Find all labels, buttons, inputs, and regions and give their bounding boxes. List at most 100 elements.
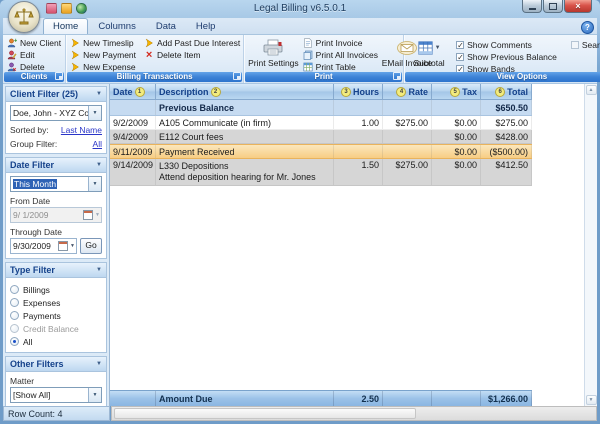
delete-item-button[interactable]: × Delete Item — [144, 49, 240, 61]
vertical-scrollbar[interactable]: ▲ ▼ — [584, 84, 597, 406]
column-header-total[interactable]: 6 Total — [481, 84, 532, 100]
person-add-icon: + — [7, 38, 17, 48]
type-filter-header[interactable]: Type Filter ▼ — [6, 263, 106, 278]
document-icon — [303, 38, 313, 48]
filter-sidebar: Client Filter (25) ▼ Doe, John - XYZ Cor… — [3, 84, 110, 406]
table-row[interactable]: 9/14/2009 L330 Depositions Attend deposi… — [110, 159, 532, 186]
show-comments-checkbox[interactable]: Show Comments — [456, 39, 557, 51]
radio-credit-balance: Credit Balance — [10, 322, 102, 335]
date-filter-header[interactable]: Date Filter ▼ — [6, 158, 106, 173]
group-filter-link[interactable]: All — [93, 139, 102, 149]
documents-stack-icon — [303, 50, 313, 60]
checkbox-checked-icon — [456, 41, 464, 49]
qat-web-icon[interactable] — [76, 3, 87, 14]
printer-icon — [262, 39, 284, 57]
new-client-button[interactable]: + New Client — [7, 37, 61, 49]
table-row[interactable]: 9/2/2009 A105 Communicate (in firm) 1.00… — [110, 116, 532, 130]
sort-order-badge: 3 — [341, 87, 351, 97]
calendar-icon[interactable] — [58, 241, 68, 251]
quick-access-toolbar — [46, 3, 87, 14]
client-select[interactable]: Doe, John - XYZ Corporation — [10, 105, 102, 121]
search-footer-checkbox[interactable]: Search Footer — [571, 39, 600, 51]
tab-help[interactable]: Help — [186, 18, 226, 34]
matter-select[interactable]: [Show All] — [10, 387, 102, 403]
subtotal-dropdown-icon[interactable]: ▼ — [435, 45, 441, 51]
through-date-field[interactable]: 9/30/2009 ▼ — [10, 238, 77, 254]
new-payment-button[interactable]: New Payment — [70, 49, 136, 61]
amount-due-total: $1,266.00 — [481, 391, 532, 406]
close-button[interactable]: × — [564, 0, 592, 13]
dropdown-arrow-icon[interactable] — [88, 177, 101, 191]
minimize-button[interactable] — [522, 0, 542, 13]
table-grid-icon — [303, 62, 313, 72]
table-row-previous-balance[interactable]: Previous Balance $650.50 — [110, 100, 532, 116]
other-filters-header[interactable]: Other Filters ▼ — [6, 357, 106, 372]
row-comment: Attend deposition hearing for Mr. Jones — [159, 172, 316, 183]
scrollbar-thumb[interactable] — [114, 408, 416, 419]
sorted-by-link[interactable]: Last Name — [61, 125, 102, 135]
new-timeslip-button[interactable]: New Timeslip — [70, 37, 136, 49]
dropdown-arrow-icon[interactable] — [88, 388, 101, 402]
qat-clients-icon[interactable] — [46, 3, 57, 14]
column-header-rate[interactable]: 4 Rate — [383, 84, 432, 100]
dialog-launcher-icon[interactable] — [55, 72, 63, 80]
yellow-arrow-icon — [70, 50, 80, 60]
minimize-icon — [529, 8, 536, 10]
window-title: Legal Billing v6.5.0.1 — [0, 3, 600, 14]
show-previous-balance-checkbox[interactable]: Show Previous Balance — [456, 51, 557, 63]
close-icon: × — [575, 1, 580, 12]
yellow-arrow-icon — [70, 62, 80, 72]
dropdown-arrow-icon[interactable]: ▼ — [70, 243, 75, 249]
column-header-hours[interactable]: 3 Hours — [334, 84, 383, 100]
help-icon[interactable]: ? — [581, 21, 594, 34]
dropdown-arrow-icon: ▼ — [95, 212, 100, 218]
subtotal-grid-icon — [418, 41, 433, 55]
radio-payments[interactable]: Payments — [10, 309, 102, 322]
person-edit-icon — [7, 50, 17, 60]
go-button[interactable]: Go — [80, 238, 102, 254]
dialog-launcher-icon[interactable] — [393, 72, 401, 80]
radio-icon — [10, 311, 19, 320]
sort-order-badge: 4 — [396, 87, 406, 97]
radio-icon — [10, 285, 19, 294]
scroll-up-icon[interactable]: ▲ — [586, 85, 597, 95]
edit-client-button[interactable]: Edit — [7, 49, 61, 61]
scroll-down-icon[interactable]: ▼ — [586, 395, 597, 405]
ribbon-group-view-options: ▼ Subtotal Show Comments Show Previous B… — [404, 35, 600, 83]
yellow-arrow-icon — [144, 38, 154, 48]
tab-home[interactable]: Home — [43, 18, 88, 34]
tab-data[interactable]: Data — [146, 18, 186, 34]
radio-billings[interactable]: Billings — [10, 283, 102, 296]
horizontal-scrollbar[interactable] — [111, 406, 597, 421]
amount-due-hours: 2.50 — [334, 391, 383, 406]
dialog-launcher-icon[interactable] — [233, 72, 241, 80]
date-range-select[interactable]: This Month — [10, 176, 102, 192]
table-row-selected[interactable]: 9/11/2009 Payment Received $0.00 ($500.0… — [110, 144, 532, 159]
checkbox-checked-icon — [456, 53, 464, 61]
print-invoice-button[interactable]: Print Invoice — [303, 37, 378, 49]
table-row[interactable]: 9/4/2009 E112 Court fees $0.00 $428.00 — [110, 130, 532, 144]
radio-expenses[interactable]: Expenses — [10, 296, 102, 309]
add-past-due-interest-button[interactable]: Add Past Due Interest — [144, 37, 240, 49]
other-filters-panel: Other Filters ▼ Matter [Show All] Invoic… — [5, 356, 107, 406]
column-header-date[interactable]: Date 1 — [110, 84, 156, 100]
radio-selected-icon — [10, 337, 19, 346]
chevron-down-icon: ▼ — [96, 267, 102, 273]
print-all-invoices-button[interactable]: Print All Invoices — [303, 49, 378, 61]
subtotal-button[interactable]: ▼ Subtotal — [408, 37, 450, 71]
tab-columns[interactable]: Columns — [88, 18, 146, 34]
application-menu-button[interactable] — [8, 1, 40, 33]
column-header-description[interactable]: Description 2 — [156, 84, 334, 100]
group-filter-label: Group Filter: — [10, 139, 57, 149]
maximize-button[interactable] — [543, 0, 563, 13]
client-filter-panel: Client Filter (25) ▼ Doe, John - XYZ Cor… — [5, 86, 107, 154]
billing-table: Date 1 Description 2 3 Hours 4 Rate 5 Ta… — [110, 84, 597, 406]
dropdown-arrow-icon[interactable] — [88, 106, 101, 120]
radio-icon — [10, 324, 19, 333]
client-filter-header[interactable]: Client Filter (25) ▼ — [6, 87, 106, 102]
chevron-down-icon: ▼ — [96, 361, 102, 367]
print-settings-button[interactable]: Print Settings — [248, 37, 299, 71]
radio-all[interactable]: All — [10, 335, 102, 348]
column-header-tax[interactable]: 5 Tax — [432, 84, 481, 100]
qat-timeslip-icon[interactable] — [61, 3, 72, 14]
